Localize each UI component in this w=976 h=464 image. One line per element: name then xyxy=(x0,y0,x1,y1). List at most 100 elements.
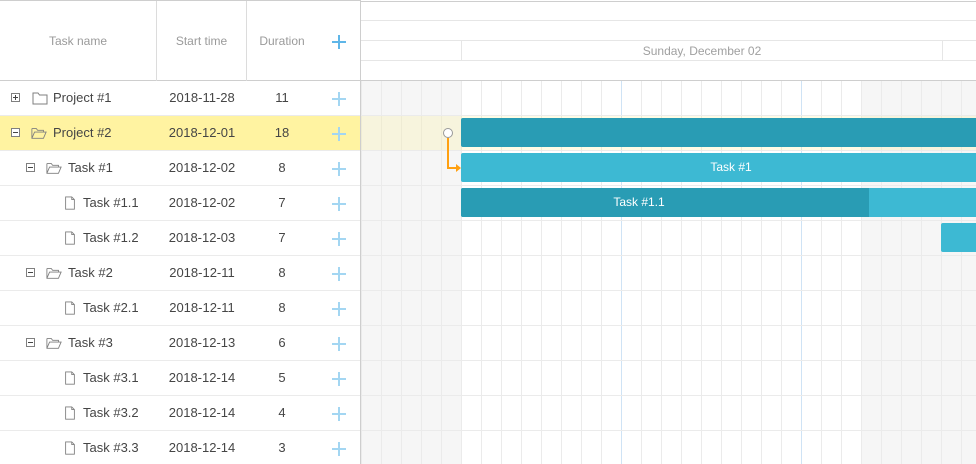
add-subtask-button[interactable] xyxy=(317,326,360,360)
plus-icon xyxy=(331,196,346,211)
task-bar-task-1-1[interactable]: Task #1.1 xyxy=(461,188,976,217)
task-row[interactable]: Task #1.2 2018-12-03 7 xyxy=(0,221,360,256)
column-header-start-time[interactable]: Start time xyxy=(157,1,247,81)
task-name-label: Project #1 xyxy=(53,90,112,105)
plus-icon xyxy=(331,126,346,141)
duration-cell: 8 xyxy=(278,160,286,175)
task-name-label: Task #3.3 xyxy=(83,440,139,455)
add-subtask-button[interactable] xyxy=(317,81,360,115)
add-task-header-button[interactable] xyxy=(317,1,360,81)
add-subtask-button[interactable] xyxy=(317,186,360,220)
expand-toggle-icon[interactable] xyxy=(11,93,20,102)
task-row[interactable]: Task #3.3 2018-12-14 3 xyxy=(0,431,360,464)
task-bar-task-1[interactable]: Task #1 xyxy=(461,153,976,182)
plus-icon xyxy=(331,91,346,106)
timeline-row xyxy=(361,326,976,361)
timeline-row xyxy=(361,291,976,326)
task-row-selected[interactable]: Project #2 2018-12-01 18 xyxy=(0,116,360,151)
task-bar-task-1-2[interactable] xyxy=(941,223,976,252)
project-bar-project-2[interactable] xyxy=(461,118,976,147)
task-name-label: Task #1.2 xyxy=(83,230,139,245)
plus-icon xyxy=(331,231,346,246)
task-name-label: Task #3.1 xyxy=(83,370,139,385)
add-subtask-button[interactable] xyxy=(317,256,360,290)
add-subtask-button[interactable] xyxy=(317,431,360,464)
folder-open-icon xyxy=(46,338,62,349)
task-name-cell: Task #3 xyxy=(0,326,157,360)
start-time-cell: 2018-12-13 xyxy=(168,335,236,350)
task-row[interactable]: Task #1.1 2018-12-02 7 xyxy=(0,186,360,221)
file-icon xyxy=(65,196,75,210)
collapse-toggle-icon[interactable] xyxy=(26,163,35,172)
folder-open-icon xyxy=(46,268,62,279)
add-subtask-button[interactable] xyxy=(317,116,360,150)
timeline-row xyxy=(361,361,976,396)
task-row[interactable]: Task #3.2 2018-12-14 4 xyxy=(0,396,360,431)
plus-icon xyxy=(331,161,346,176)
day-label: Sunday, December 02 xyxy=(461,41,943,61)
plus-icon xyxy=(331,406,346,421)
duration-cell: 7 xyxy=(278,195,286,210)
task-name-cell: Task #2.1 xyxy=(0,291,157,325)
gantt-timeline: Sunday, December 02 19202122230123456789… xyxy=(361,0,976,464)
task-bar-label: Task #1 xyxy=(710,160,752,174)
grid-header: Task name Start time Duration xyxy=(0,0,360,81)
task-name-label: Task #3 xyxy=(68,335,113,350)
add-subtask-button[interactable] xyxy=(317,361,360,395)
column-header-task-name[interactable]: Task name xyxy=(0,1,157,81)
duration-cell: 5 xyxy=(278,370,286,385)
start-time-cell: 2018-12-01 xyxy=(168,125,236,140)
folder-icon xyxy=(32,92,48,105)
timeline-row xyxy=(361,81,976,116)
task-row[interactable]: Task #1 2018-12-02 8 xyxy=(0,151,360,186)
timeline-scale-hours: 1920212223012345678910111213141516171819… xyxy=(361,61,976,142)
task-name-cell: Task #3.3 xyxy=(0,431,157,464)
task-name-cell: Task #1 xyxy=(0,151,157,185)
task-name-label: Task #2.1 xyxy=(83,300,139,315)
task-row[interactable]: Task #2.1 2018-12-11 8 xyxy=(0,291,360,326)
duration-cell: 6 xyxy=(278,335,286,350)
timeline-row xyxy=(361,396,976,431)
plus-icon xyxy=(331,371,346,386)
file-icon xyxy=(65,371,75,385)
timeline-scale-top xyxy=(361,1,976,21)
task-row[interactable]: Task #2 2018-12-11 8 xyxy=(0,256,360,291)
file-icon xyxy=(65,231,75,245)
start-time-cell: 2018-11-28 xyxy=(169,90,235,105)
duration-cell: 4 xyxy=(278,405,286,420)
add-subtask-button[interactable] xyxy=(317,221,360,255)
duration-cell: 7 xyxy=(278,230,286,245)
plus-icon xyxy=(331,266,346,281)
collapse-toggle-icon[interactable] xyxy=(26,268,35,277)
task-name-label: Project #2 xyxy=(53,125,112,140)
timeline-row xyxy=(361,221,976,256)
duration-cell: 18 xyxy=(274,125,290,140)
add-subtask-button[interactable] xyxy=(317,291,360,325)
task-bar-label: Task #1.1 xyxy=(613,195,665,209)
timeline-row xyxy=(361,431,976,464)
task-name-cell: Task #1.2 xyxy=(0,221,157,255)
link-handle-circle[interactable] xyxy=(443,128,453,138)
dependency-link-line xyxy=(447,138,449,169)
add-subtask-button[interactable] xyxy=(317,396,360,430)
plus-icon xyxy=(331,34,346,49)
timeline-body: Task #1 Task #1.1 xyxy=(361,81,976,464)
timeline-scale-middle xyxy=(361,21,976,41)
duration-cell: 11 xyxy=(275,90,289,105)
task-name-label: Task #3.2 xyxy=(83,405,139,420)
duration-cell: 8 xyxy=(278,300,286,315)
column-header-duration[interactable]: Duration xyxy=(247,1,317,81)
task-name-label: Task #2 xyxy=(68,265,113,280)
task-row[interactable]: Project #1 2018-11-28 11 xyxy=(0,81,360,116)
task-row[interactable]: Task #3.1 2018-12-14 5 xyxy=(0,361,360,396)
start-time-cell: 2018-12-03 xyxy=(168,230,236,245)
folder-open-icon xyxy=(31,128,47,139)
task-name-label: Task #1.1 xyxy=(83,195,139,210)
add-subtask-button[interactable] xyxy=(317,151,360,185)
collapse-toggle-icon[interactable] xyxy=(11,128,20,137)
task-row[interactable]: Task #3 2018-12-13 6 xyxy=(0,326,360,361)
start-time-cell: 2018-12-02 xyxy=(168,160,236,175)
plus-icon xyxy=(331,336,346,351)
start-time-cell: 2018-12-14 xyxy=(168,440,236,455)
collapse-toggle-icon[interactable] xyxy=(26,338,35,347)
